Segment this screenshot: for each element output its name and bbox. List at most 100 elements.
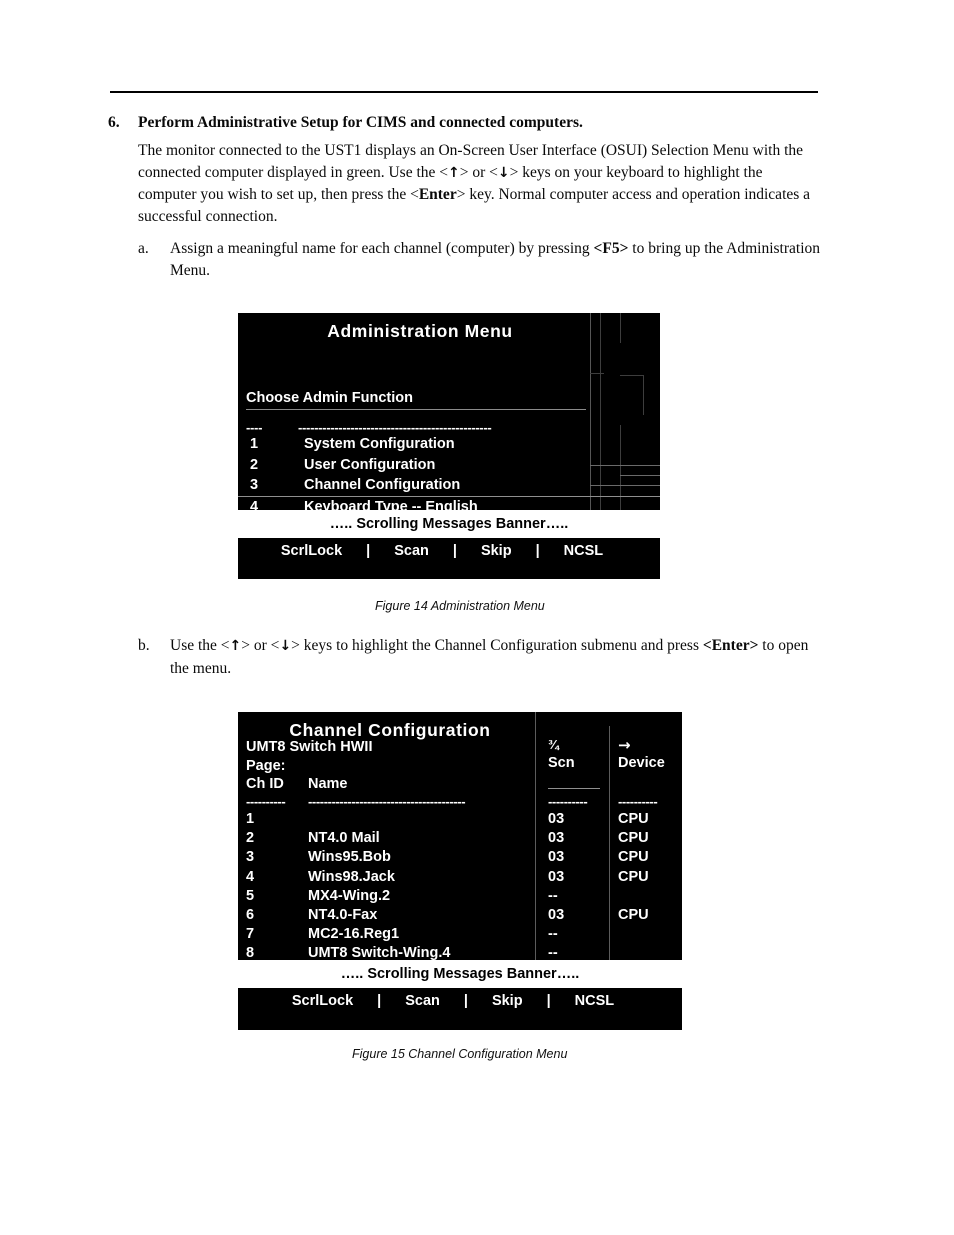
cell-name: Wins95.Bob [308,849,391,866]
col-header-device: Device [618,755,665,771]
header-rule [110,91,818,93]
three-quarters-fraction-icon: ¾ [548,737,559,752]
scrolling-messages-banner: ….. Scrolling Messages Banner….. [238,960,682,988]
substep-a-letter: a. [138,240,149,257]
administration-menu-status-bar: ScrlLock | Scan | Skip | NCSL [238,538,646,564]
cell-device: CPU [618,849,649,866]
admin-menu-dash-separator: ---- ------------------------------------… [246,420,492,435]
col-header-name: Name [308,776,348,792]
administration-menu-title: Administration Menu [327,321,513,341]
table-row[interactable]: 3 Wins95.Bob 03 CPU [238,848,682,867]
cell-ch: 1 [246,811,255,827]
scrolling-messages-banner: ….. Scrolling Messages Banner….. [238,510,660,538]
col-header-scn: Scn [548,755,575,771]
substep-a-text-1: Assign a meaningful name for each channe… [170,240,594,257]
figure-15-caption: Figure 15 Channel Configuration Menu [352,1047,568,1061]
step-body-text-2: > or < [459,163,498,181]
status-divider: | [463,993,468,1009]
step-number: 6. [108,114,120,131]
admin-menu-item-system-configuration[interactable]: 1 System Configuration [238,434,660,455]
cell-name: MX4-Wing.2 [308,887,391,904]
cell-scn: -- [548,926,558,943]
cell-ch: 5 [246,887,255,904]
dash-ch: ---------- [246,794,286,809]
status-ncsl[interactable]: NCSL [553,993,636,1009]
cell-scn: 03 [548,868,565,885]
scn-column-header: ¾ Scn [548,736,575,772]
substep-b-text-3: > keys to highlight the Channel Configur… [291,637,703,654]
choose-admin-function-label: Choose Admin Function [246,390,586,410]
item-index: 1 [250,436,259,453]
switch-model-label: UMT8 Switch HWII [246,739,373,755]
table-row[interactable]: 6 NT4.0-Fax 03 CPU [238,906,682,925]
cell-scn: 03 [548,830,565,847]
cell-device: CPU [618,811,649,827]
status-scrllock[interactable]: ScrlLock [259,543,364,559]
cell-device: CPU [618,906,649,923]
dash-name: ---------------------------------------- [308,794,466,809]
scan-artifact-line [643,375,644,415]
scan-artifact-line [620,313,621,343]
item-label: User Configuration [304,456,436,473]
item-index: 2 [250,456,259,473]
f5-key-label: <F5> [593,240,629,257]
page-label: Page: [246,757,286,774]
item-label: Channel Configuration [304,477,461,494]
substep-b-letter: b. [138,637,150,654]
status-divider: | [377,993,382,1009]
substep-b: b. Use the <↑> or <↓> keys to highlight … [138,635,826,679]
scan-artifact-line [620,375,644,376]
status-ncsl[interactable]: NCSL [542,543,625,559]
channel-configuration-status-bar: ScrlLock | Scan | Skip | NCSL [238,988,668,1014]
table-row[interactable]: 2 NT4.0 Mail 03 CPU [238,829,682,848]
step-title: Perform Administrative Setup for CIMS an… [138,114,583,131]
substep-a-text: Assign a meaningful name for each channe… [170,238,826,281]
cell-name: Wins98.Jack [308,868,395,885]
admin-menu-item-user-configuration[interactable]: 2 User Configuration [238,455,660,476]
channel-table-rows: 1 03 CPU 2 NT4.0 Mail 03 CPU 3 Wins95.Bo… [238,810,682,964]
col-header-ch-id: Ch ID [246,776,284,792]
channel-table-dash-separator: ---------- -----------------------------… [246,794,682,810]
step-heading-row: 6. Perform Administrative Setup for CIMS… [108,112,820,133]
device-column-header: → Device [618,736,665,772]
channel-table-column-headers: Ch ID Name [246,776,348,792]
dash-right: ----------------------------------------… [298,420,492,435]
administration-menu-screenshot: Administration Menu Choose Admin Functio… [238,313,660,579]
substep-b-text: Use the <↑> or <↓> keys to highlight the… [170,635,826,679]
cell-name: NT4.0 Mail [308,830,380,847]
table-row[interactable]: 4 Wins98.Jack 03 CPU [238,868,682,887]
cell-name: NT4.0-Fax [308,906,378,923]
status-scrllock[interactable]: ScrlLock [270,993,375,1009]
figure-14-caption: Figure 14 Administration Menu [375,599,545,613]
cell-ch: 7 [246,926,255,943]
table-row[interactable]: 7 MC2-16.Reg1 -- [238,925,682,944]
down-arrow-key-icon: ↓ [497,164,510,181]
scan-artifact-line [590,373,604,374]
cell-name: MC2-16.Reg1 [308,926,400,943]
dash-scn: ---------- [548,794,588,809]
cell-device: CPU [618,830,649,847]
status-skip[interactable]: Skip [470,993,545,1009]
enter-key-label: Enter [418,186,457,203]
enter-key-label: <Enter> [702,637,759,654]
status-scan[interactable]: Scan [383,993,462,1009]
cell-device: CPU [618,868,649,885]
table-row[interactable]: 5 MX4-Wing.2 -- [238,887,682,906]
admin-menu-item-channel-configuration[interactable]: 3 Channel Configuration [238,475,660,496]
cell-ch: 3 [246,849,255,866]
status-scan[interactable]: Scan [372,543,451,559]
status-divider: | [535,543,540,559]
status-divider: | [546,993,551,1009]
cell-scn: 03 [548,849,565,866]
table-row[interactable]: 1 03 CPU [238,810,682,829]
right-arrow-icon: → [618,736,631,754]
channel-configuration-title: Channel Configuration [289,720,491,740]
item-label: System Configuration [304,436,455,453]
cell-ch: 4 [246,868,255,885]
dash-device: ---------- [618,794,658,809]
up-arrow-key-icon: ↑ [229,638,242,654]
status-divider: | [366,543,371,559]
status-skip[interactable]: Skip [459,543,534,559]
substep-b-text-1: Use the < [170,637,230,654]
scn-header-underline [548,788,600,789]
